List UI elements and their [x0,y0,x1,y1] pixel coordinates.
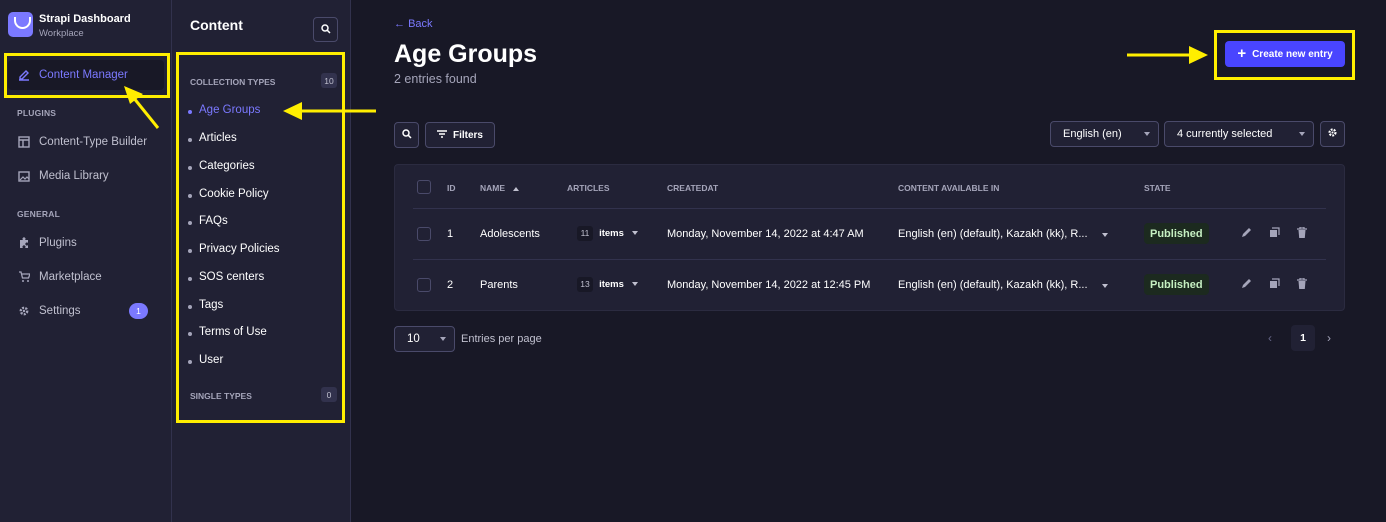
annotation-arrow-age-groups [283,102,376,120]
annotation-arrows [124,46,1208,129]
app-root: Strapi Dashboard Workplace Content Manag… [0,0,1386,522]
annotation-arrow-content-manager [124,86,160,129]
annotation-arrow-create-entry [1127,46,1208,64]
